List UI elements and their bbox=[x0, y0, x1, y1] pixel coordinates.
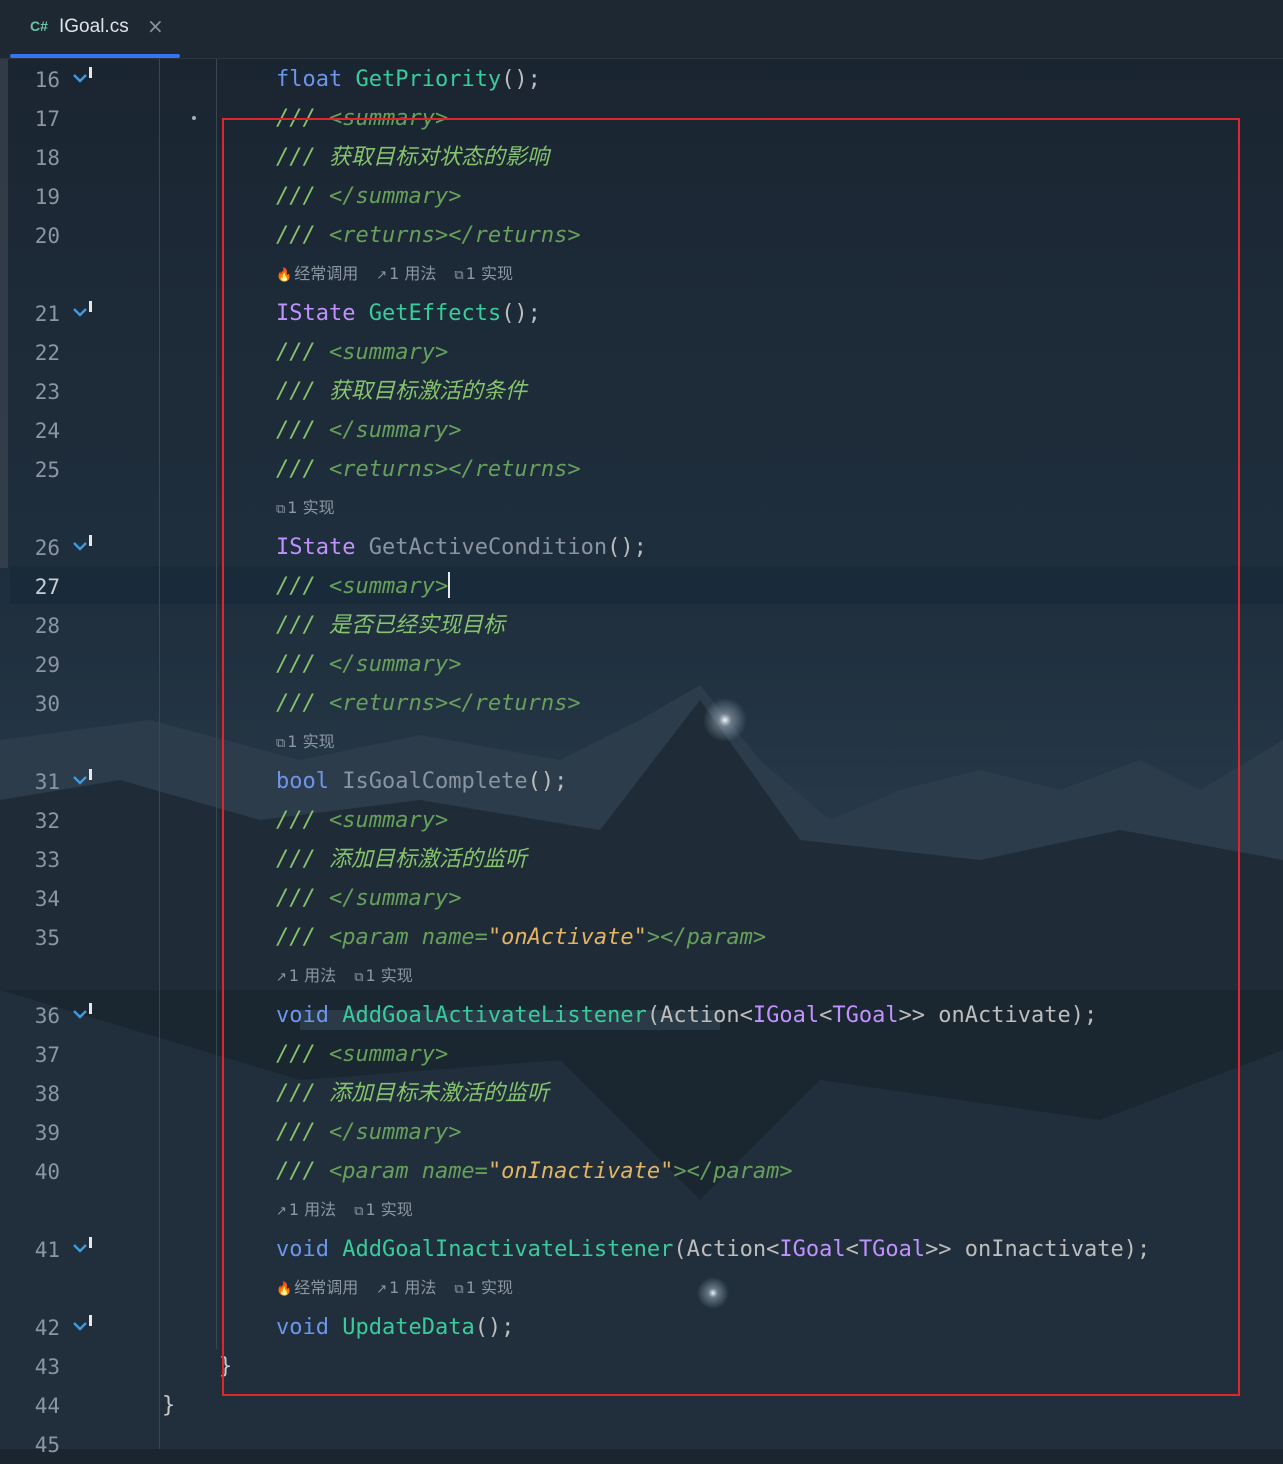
line-number: 37 bbox=[34, 1043, 60, 1067]
line-number: 34 bbox=[34, 887, 60, 911]
line-number: 40 bbox=[34, 1160, 60, 1184]
line-number: 35 bbox=[34, 926, 60, 950]
implement-down-arrow-icon[interactable] bbox=[72, 295, 96, 325]
csharp-file-icon: C# bbox=[30, 18, 48, 34]
line-number: 26 bbox=[34, 536, 60, 560]
line-number: 32 bbox=[34, 809, 60, 833]
close-icon[interactable]: × bbox=[147, 14, 164, 38]
code-text: float GetPriority(); bbox=[276, 61, 541, 99]
code-token: GetPriority bbox=[355, 67, 502, 92]
line-number: 36 bbox=[34, 1004, 60, 1028]
line-number: 41 bbox=[34, 1238, 60, 1262]
line-number: 24 bbox=[34, 419, 60, 443]
implement-down-arrow-icon[interactable] bbox=[72, 529, 96, 559]
active-tab-indicator bbox=[10, 54, 180, 58]
code-line[interactable]: 45 bbox=[0, 1426, 1283, 1464]
line-number: 21 bbox=[34, 302, 60, 326]
code-token: (); bbox=[501, 67, 541, 92]
implement-down-arrow-icon[interactable] bbox=[72, 763, 96, 793]
line-number: 23 bbox=[34, 380, 60, 404]
code-token: float bbox=[276, 67, 343, 92]
line-number: 44 bbox=[34, 1394, 60, 1418]
implement-down-arrow-icon[interactable] bbox=[72, 997, 96, 1027]
line-number: 42 bbox=[34, 1316, 60, 1340]
line-number: 33 bbox=[34, 848, 60, 872]
line-number: 25 bbox=[34, 458, 60, 482]
line-number: 20 bbox=[34, 224, 60, 248]
line-number: 30 bbox=[34, 692, 60, 716]
tab-igoal-cs[interactable]: C# IGoal.cs × bbox=[10, 0, 180, 58]
line-number: 18 bbox=[34, 146, 60, 170]
line-number: 28 bbox=[34, 614, 60, 638]
implement-down-arrow-icon[interactable] bbox=[72, 1309, 96, 1339]
code-line[interactable]: 16 float GetPriority(); bbox=[0, 61, 1283, 99]
line-number: 45 bbox=[34, 1433, 60, 1457]
line-number: 39 bbox=[34, 1121, 60, 1145]
line-number: 17 bbox=[34, 107, 60, 131]
tab-filename: IGoal.cs bbox=[59, 16, 129, 37]
line-number: 16 bbox=[34, 68, 60, 92]
annotation-highlight-box bbox=[222, 118, 1240, 1396]
line-number: 22 bbox=[34, 341, 60, 365]
line-number: 43 bbox=[34, 1355, 60, 1379]
closing-brace: } bbox=[162, 1393, 176, 1418]
line-number: 19 bbox=[34, 185, 60, 209]
line-number: 29 bbox=[34, 653, 60, 677]
implement-down-arrow-icon[interactable] bbox=[72, 61, 96, 91]
line-number: 27 bbox=[34, 575, 60, 599]
editor-tab-bar: C# IGoal.cs × bbox=[0, 0, 1283, 59]
implement-down-arrow-icon[interactable] bbox=[72, 1231, 96, 1261]
line-number: 38 bbox=[34, 1082, 60, 1106]
line-number: 31 bbox=[34, 770, 60, 794]
